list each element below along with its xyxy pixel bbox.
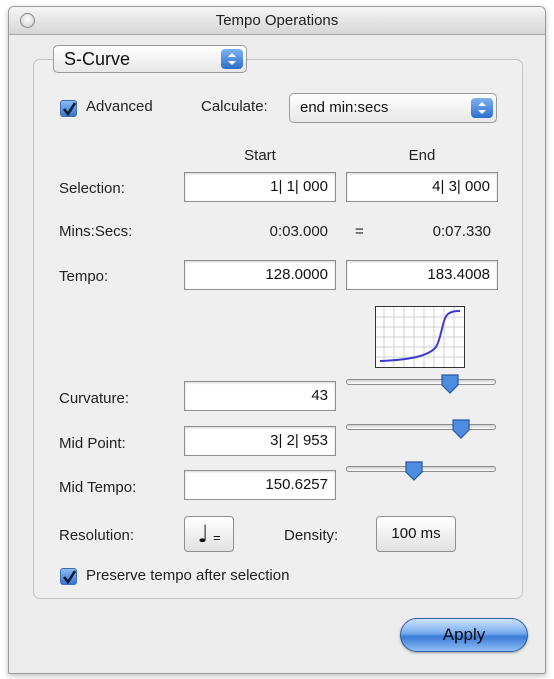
resolution-note-button[interactable]: ♩ = [184, 516, 234, 552]
mid-tempo-slider-thumb[interactable] [404, 460, 424, 482]
tempo-label: Tempo: [59, 268, 109, 285]
minsecs-start-value: 0:03.000 [269, 223, 328, 240]
selection-start-field[interactable]: 1| 1| 000 [184, 172, 336, 202]
start-column-header: Start [244, 147, 276, 164]
curvature-slider-track[interactable] [346, 379, 496, 385]
resolution-label: Resolution: [59, 527, 135, 544]
tempo-operations-window: Tempo Operations S-Curve Advanced Calcul… [8, 6, 546, 674]
density-button[interactable]: 100 ms [376, 516, 456, 552]
curvature-label: Curvature: [59, 390, 130, 407]
mode-popup[interactable]: S-Curve [53, 45, 247, 73]
advanced-label[interactable]: Advanced [86, 98, 153, 115]
popup-arrows-icon [471, 98, 493, 118]
close-button[interactable] [20, 13, 35, 28]
tempo-end-field[interactable]: 183.4008 [346, 260, 498, 290]
calculate-popup[interactable]: end min:secs [289, 93, 497, 123]
selection-end-field[interactable]: 4| 3| 000 [346, 172, 498, 202]
popup-arrows-icon [221, 49, 243, 69]
mid-tempo-field[interactable]: 150.6257 [184, 470, 336, 500]
mid-point-slider-track[interactable] [346, 424, 496, 430]
mid-point-slider-thumb[interactable] [451, 418, 471, 440]
advanced-checkbox[interactable] [60, 100, 77, 117]
apply-button[interactable]: Apply [400, 618, 528, 652]
mid-point-label: Mid Point: [59, 435, 126, 452]
end-column-header: End [408, 147, 436, 164]
preserve-tempo-checkbox[interactable] [60, 568, 77, 585]
mid-point-field[interactable]: 3| 2| 953 [184, 426, 336, 456]
tempo-start-field[interactable]: 128.0000 [184, 260, 336, 290]
calculate-label: Calculate: [201, 98, 268, 115]
quarter-note-icon: ♩ [197, 520, 209, 548]
checkmark-icon [62, 570, 77, 585]
calculate-popup-value: end min:secs [300, 99, 389, 116]
selection-label: Selection: [59, 180, 125, 197]
curvature-field[interactable]: 43 [184, 381, 336, 411]
s-curve-graph-icon [376, 307, 464, 367]
minsecs-end-value: 0:07.330 [432, 223, 491, 240]
title-bar[interactable]: Tempo Operations [9, 7, 545, 35]
mid-tempo-label: Mid Tempo: [59, 479, 137, 496]
checkmark-icon [62, 102, 77, 117]
curve-preview [375, 306, 465, 368]
preserve-tempo-label[interactable]: Preserve tempo after selection [86, 567, 289, 584]
curvature-slider-thumb[interactable] [440, 373, 460, 395]
density-label: Density: [284, 527, 339, 544]
minsecs-label: Mins:Secs: [59, 223, 133, 240]
window-title: Tempo Operations [215, 12, 339, 29]
resolution-equals: = [212, 530, 221, 545]
mode-popup-value: S-Curve [64, 49, 131, 69]
